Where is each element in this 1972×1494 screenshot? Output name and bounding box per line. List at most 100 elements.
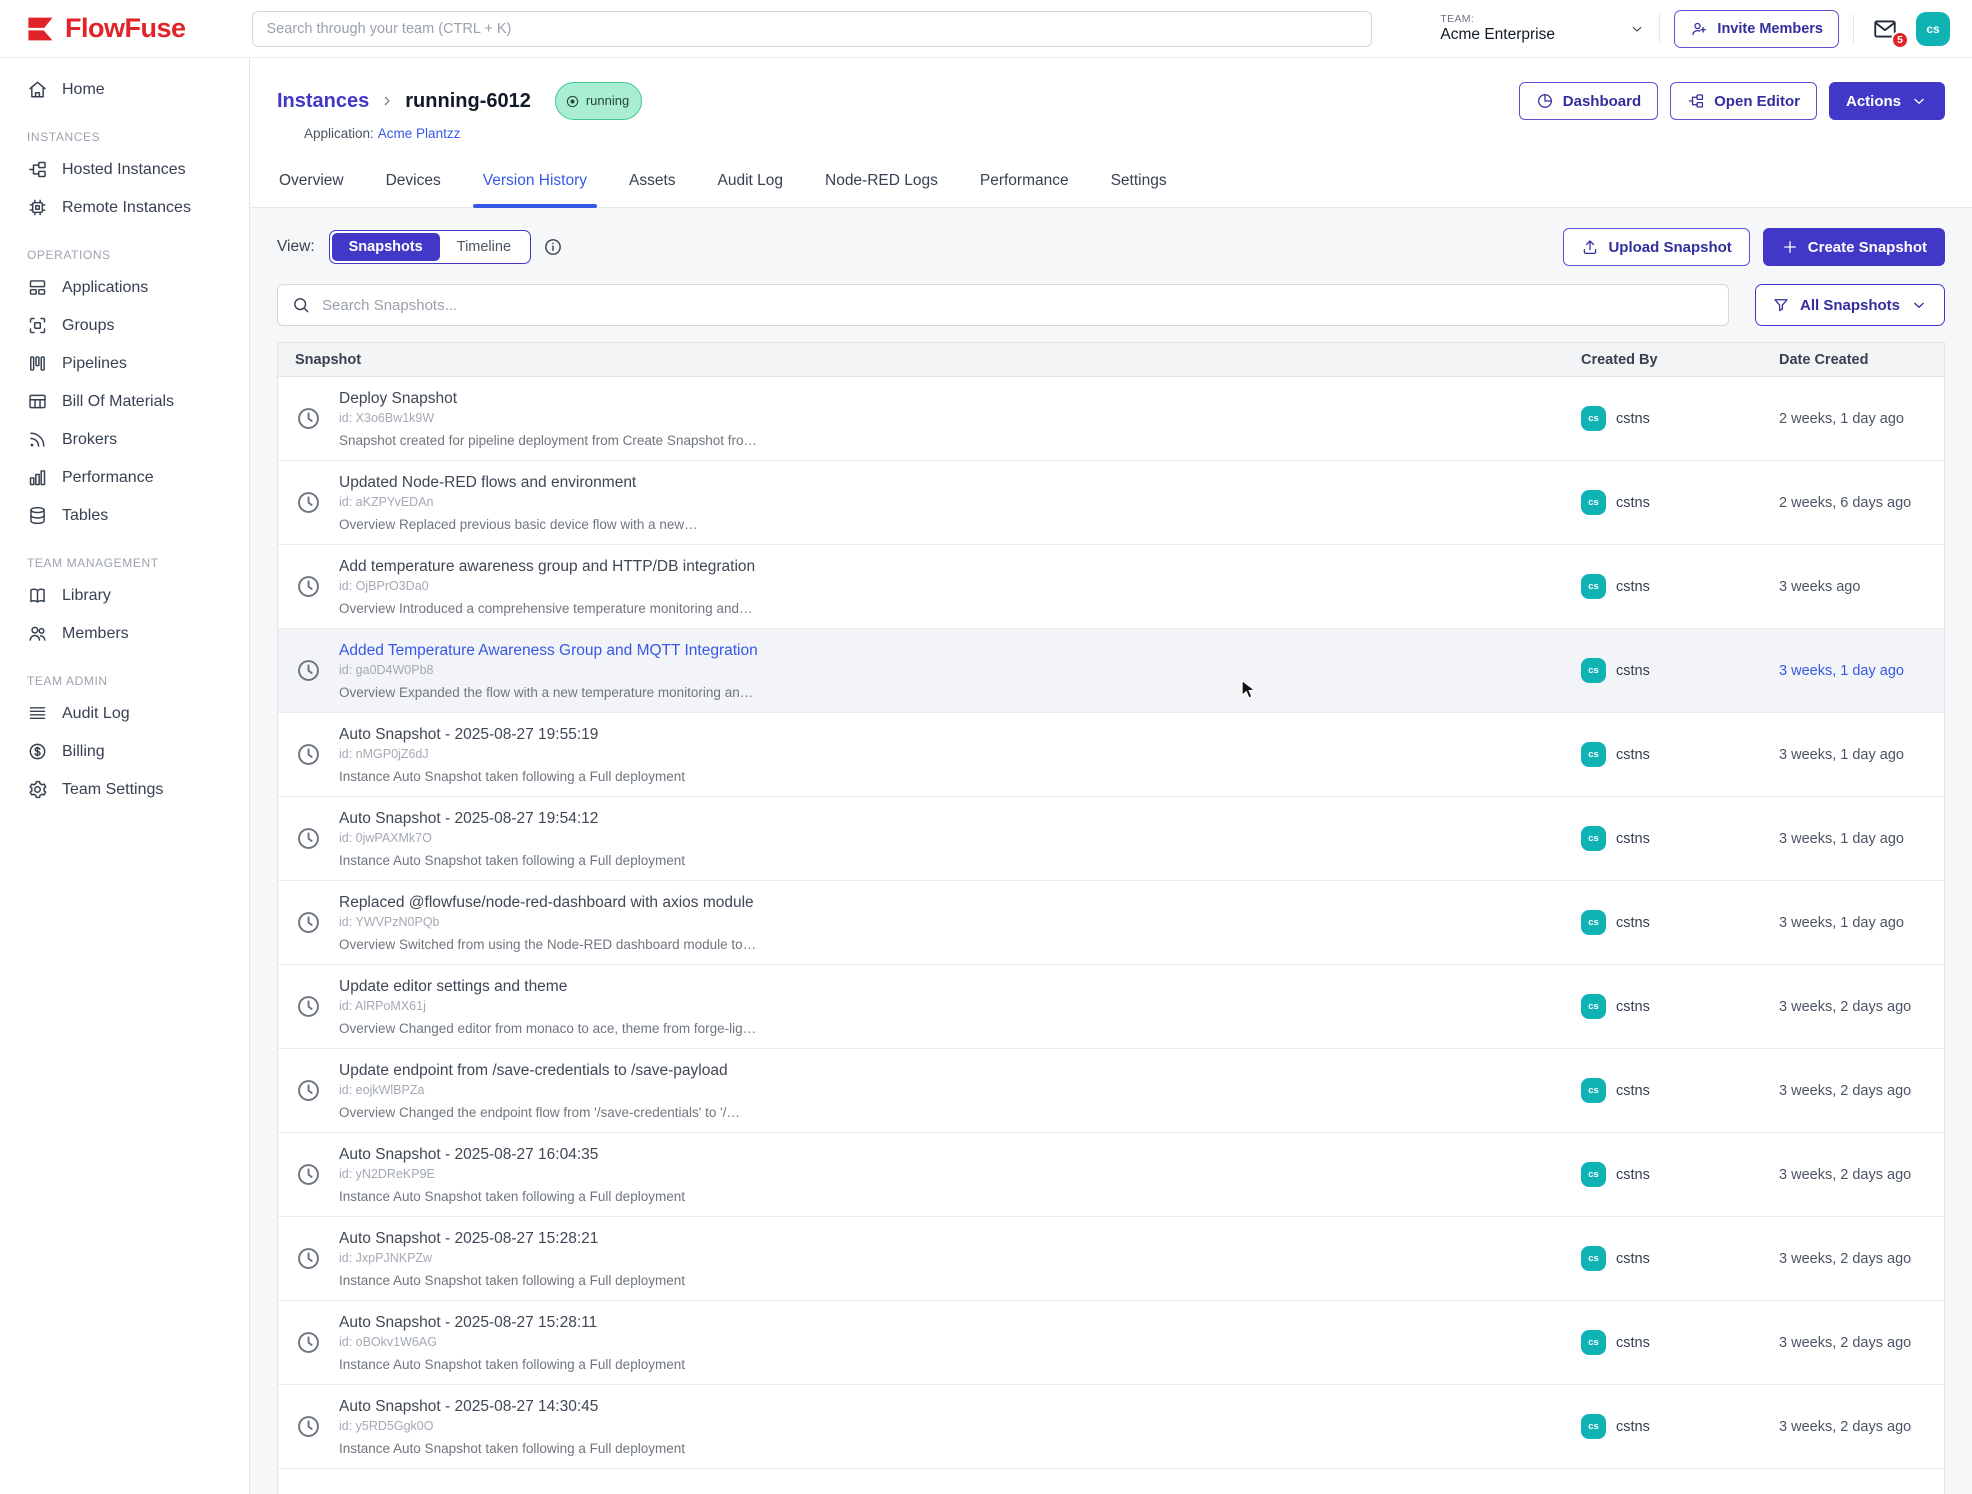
chevron-down-icon (1910, 296, 1928, 314)
snapshot-id: id: yN2DReKP9E (339, 1167, 685, 1182)
snapshot-id: id: YWVPzN0PQb (339, 915, 756, 930)
topbar: FlowFuse TEAM: Acme Enterprise Invite Me… (0, 0, 1972, 58)
info-icon[interactable] (543, 237, 563, 257)
sidebar-item-remote-instances[interactable]: Remote Instances (0, 188, 249, 226)
app-logo[interactable]: FlowFuse (22, 12, 186, 46)
breadcrumb: Instances running-6012 running (277, 82, 642, 120)
sidebar-item-members[interactable]: Members (0, 614, 249, 652)
snapshot-title[interactable]: Auto Snapshot - 2025-08-27 15:28:21 (339, 1229, 685, 1248)
table-row[interactable]: Deploy Snapshotid: X3o6Bw1k9WSnapshot cr… (278, 377, 1944, 461)
tab-performance[interactable]: Performance (978, 164, 1071, 207)
table-row[interactable]: Auto Snapshot - 2025-08-27 16:04:35 id: y… (278, 1133, 1944, 1217)
snapshot-title[interactable]: Auto Snapshot - 2025-08-27 14:30:45 (339, 1397, 685, 1416)
table-row[interactable]: Auto Snapshot - 2025-08-27 15:28:11id: o… (278, 1301, 1944, 1385)
table-row[interactable]: Auto Snapshot - 2025-08-27 14:30:45id: y… (278, 1385, 1944, 1469)
global-search[interactable] (252, 11, 1372, 47)
snapshot-title[interactable]: Updated Node-RED flows and environment (339, 473, 698, 492)
sidebar-item-library[interactable]: Library (0, 576, 249, 614)
date-created: 3 weeks, 2 days ago (1779, 1419, 1944, 1435)
created-by-cell: cscstns (1581, 1162, 1779, 1187)
notifications-button[interactable]: 5 (1868, 14, 1902, 44)
global-search-input[interactable] (267, 21, 1357, 37)
snapshot-search-input[interactable] (322, 297, 1715, 314)
tab-assets[interactable]: Assets (627, 164, 678, 207)
clock-icon (295, 825, 322, 852)
team-selector[interactable]: TEAM: Acme Enterprise (1440, 13, 1645, 44)
sidebar-item-audit-log[interactable]: Audit Log (0, 694, 249, 732)
tab-settings[interactable]: Settings (1109, 164, 1169, 207)
table-row[interactable]: Update editor settings and themeid: AlRP… (278, 965, 1944, 1049)
table-row[interactable]: Auto Snapshot - 2025-08-27 15:28:21id: J… (278, 1217, 1944, 1301)
invite-members-button[interactable]: Invite Members (1674, 10, 1839, 48)
table-row[interactable]: Auto Snapshot - 2025-08-27 19:54:12 id: 0… (278, 797, 1944, 881)
logo-text: FlowFuse (65, 13, 186, 44)
snapshot-filter-button[interactable]: All Snapshots (1755, 284, 1945, 326)
tab-devices[interactable]: Devices (384, 164, 443, 207)
table-row[interactable]: Auto Snapshot - 2025-08-27 19:55:19id: n… (278, 713, 1944, 797)
sidebar-item-label: Performance (62, 467, 154, 488)
sidebar-item-hosted-instances[interactable]: Hosted Instances (0, 150, 249, 188)
tab-overview[interactable]: Overview (277, 164, 346, 207)
table-row[interactable]: Added Temperature Awareness Group and MQ… (278, 629, 1944, 713)
snapshot-title[interactable]: Added Temperature Awareness Group and MQ… (339, 641, 758, 660)
sidebar-item-groups[interactable]: Groups (0, 306, 249, 344)
sidebar-item-performance[interactable]: Performance (0, 458, 249, 496)
user-avatar[interactable]: cs (1916, 12, 1950, 46)
view-option-timeline[interactable]: Timeline (440, 233, 528, 261)
sidebar-item-tables[interactable]: Tables (0, 496, 249, 534)
snapshot-title[interactable]: Auto Snapshot - 2025-08-27 16:04:35 (339, 1145, 685, 1164)
tables-icon (27, 505, 48, 526)
version-history-content: View: SnapshotsTimeline Upload Snapshot … (250, 208, 1972, 1494)
sidebar-item-applications[interactable]: Applications (0, 268, 249, 306)
snapshot-title[interactable]: Replaced @flowfuse/node-red-dashboard wi… (339, 893, 756, 912)
create-snapshot-button[interactable]: Create Snapshot (1763, 228, 1945, 266)
sidebar-item-label: Pipelines (62, 353, 127, 374)
date-created: 2 weeks, 1 day ago (1779, 411, 1944, 427)
sidebar-item-home[interactable]: Home (0, 70, 249, 108)
chevron-down-icon (1910, 92, 1928, 110)
snapshot-id: id: 0jwPAXMk7O (339, 831, 685, 846)
sidebar-item-bill-of-materials[interactable]: Bill Of Materials (0, 382, 249, 420)
tab-audit-log[interactable]: Audit Log (716, 164, 786, 207)
avatar: cs (1581, 1246, 1606, 1271)
open-editor-button[interactable]: Open Editor (1670, 82, 1817, 120)
sidebar-item-brokers[interactable]: Brokers (0, 420, 249, 458)
snapshot-title[interactable]: Update editor settings and theme (339, 977, 756, 996)
breadcrumb-separator-icon (379, 93, 395, 109)
snapshot-search[interactable] (277, 284, 1729, 326)
breadcrumb-instances-link[interactable]: Instances (277, 86, 369, 116)
date-created: 3 weeks, 1 day ago (1779, 747, 1944, 763)
table-row[interactable]: Add temperature awareness group and HTTP… (278, 545, 1944, 629)
sidebar-item-label: Applications (62, 277, 148, 298)
created-by-cell: cscstns (1581, 658, 1779, 683)
snapshot-title[interactable]: Update endpoint from /save-credentials t… (339, 1061, 740, 1080)
tab-node-red-logs[interactable]: Node-RED Logs (823, 164, 940, 207)
sidebar-section-heading: TEAM MANAGEMENT (0, 548, 249, 576)
upload-snapshot-button[interactable]: Upload Snapshot (1563, 228, 1749, 266)
snapshot-title[interactable]: Add temperature awareness group and HTTP… (339, 557, 755, 576)
application-link[interactable]: Acme Plantzz (378, 126, 461, 141)
sidebar-item-billing[interactable]: Billing (0, 732, 249, 770)
view-option-snapshots[interactable]: Snapshots (332, 233, 440, 261)
snapshot-title[interactable]: Auto Snapshot - 2025-08-27 19:54:12 (339, 809, 685, 828)
table-row[interactable]: Replaced @flowfuse/node-red-dashboard wi… (278, 881, 1944, 965)
snapshot-title[interactable]: Deploy Snapshot (339, 389, 757, 408)
sidebar-item-pipelines[interactable]: Pipelines (0, 344, 249, 382)
snapshot-title[interactable]: Auto Snapshot - 2025-08-27 15:28:11 (339, 1313, 685, 1332)
instance-name: running-6012 (405, 86, 531, 116)
actions-button[interactable]: Actions (1829, 82, 1945, 120)
sidebar-item-label: Hosted Instances (62, 159, 186, 180)
table-row[interactable]: Update endpoint from /save-credentials t… (278, 1049, 1944, 1133)
invite-members-label: Invite Members (1717, 21, 1823, 37)
sidebar-item-label: Groups (62, 315, 114, 336)
snapshot-title[interactable]: Auto Snapshot - 2025-08-27 19:55:19 (339, 725, 685, 744)
tab-version-history[interactable]: Version History (481, 164, 589, 207)
table-row[interactable]: Updated Node-RED flows and environmentid… (278, 461, 1944, 545)
person-plus-icon (1690, 20, 1708, 38)
dashboard-button[interactable]: Dashboard (1519, 82, 1658, 120)
notification-badge: 5 (1891, 31, 1909, 49)
clock-icon (295, 1245, 322, 1272)
sidebar-item-team-settings[interactable]: Team Settings (0, 770, 249, 808)
table-row[interactable]: Add HTTP endpoint for saving credentials… (278, 1469, 1944, 1494)
members-icon (27, 623, 48, 644)
